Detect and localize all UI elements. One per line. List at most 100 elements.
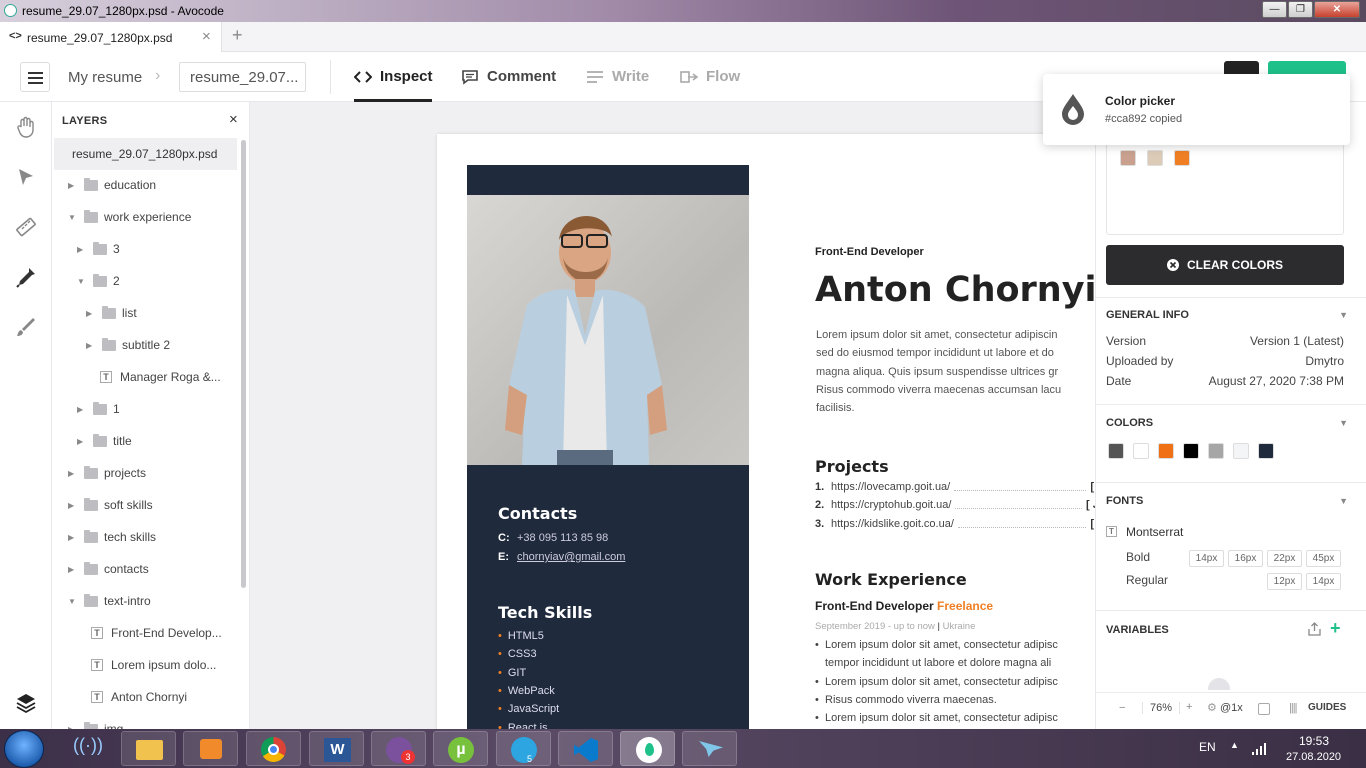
- layer-text-row[interactable]: T Front-End Develop...: [85, 617, 222, 649]
- layer-folder-row[interactable]: ▶ tech skills: [68, 521, 156, 553]
- ruler-icon[interactable]: [14, 215, 38, 239]
- color-swatch[interactable]: [1158, 443, 1174, 459]
- breadcrumb-file-select[interactable]: resume_29.07...: [179, 62, 306, 92]
- word-taskbar-icon[interactable]: W: [309, 731, 364, 766]
- utorrent-taskbar-icon[interactable]: µ: [433, 731, 488, 766]
- brush-icon[interactable]: [14, 315, 38, 339]
- color-swatch[interactable]: [1233, 443, 1249, 459]
- zoom-level[interactable]: 76%: [1142, 702, 1180, 714]
- zoom-in-button[interactable]: +: [1186, 701, 1192, 713]
- copy-icon[interactable]: [1258, 703, 1270, 715]
- caret-right-icon[interactable]: ▶: [86, 341, 96, 350]
- layer-folder-row[interactable]: ▶ title: [77, 425, 132, 457]
- layer-root[interactable]: resume_29.07_1280px.psd: [54, 138, 237, 170]
- network-podcast-icon[interactable]: ((·)): [70, 735, 106, 761]
- caret-right-icon[interactable]: ▶: [68, 565, 78, 574]
- layer-text-row[interactable]: T Anton Chornyi: [85, 681, 187, 713]
- export-scale[interactable]: @1x: [1220, 702, 1243, 714]
- color-swatch[interactable]: [1183, 443, 1199, 459]
- font-size-chip[interactable]: 22px: [1267, 550, 1302, 567]
- close-icon[interactable]: ×: [229, 111, 238, 128]
- layer-folder-row[interactable]: ▶ 1: [77, 393, 120, 425]
- window-close-button[interactable]: ✕: [1314, 1, 1360, 18]
- minimize-button[interactable]: —: [1262, 1, 1287, 18]
- font-size-chip[interactable]: 45px: [1306, 550, 1341, 567]
- zoom-out-button[interactable]: −: [1119, 702, 1125, 714]
- tab-close-icon[interactable]: ×: [202, 28, 211, 45]
- hamburger-menu-button[interactable]: [20, 62, 50, 92]
- vscode-taskbar-icon[interactable]: [558, 731, 613, 766]
- export-icon[interactable]: [1308, 622, 1321, 636]
- picked-color-swatch[interactable]: [1120, 150, 1136, 166]
- start-button[interactable]: [4, 730, 44, 768]
- caret-down-icon[interactable]: ▼: [68, 213, 78, 222]
- font-size-chip[interactable]: 16px: [1228, 550, 1263, 567]
- caret-right-icon[interactable]: ▶: [68, 469, 78, 478]
- layer-folder-row[interactable]: ▶ soft skills: [68, 489, 153, 521]
- layers-scrollbar[interactable]: [241, 140, 246, 588]
- picked-color-swatch[interactable]: [1174, 150, 1190, 166]
- layer-text-row[interactable]: T Manager Roga &...: [94, 361, 221, 393]
- tab-write[interactable]: Write: [586, 68, 649, 85]
- color-swatch[interactable]: [1133, 443, 1149, 459]
- select-arrow-icon[interactable]: [14, 165, 38, 189]
- color-picker-icon[interactable]: [14, 265, 38, 289]
- caret-down-icon[interactable]: ▼: [77, 277, 87, 286]
- guides-toggle[interactable]: GUIDES: [1308, 702, 1346, 713]
- tab-comment[interactable]: Comment: [461, 68, 556, 85]
- font-name[interactable]: Montserrat: [1126, 525, 1183, 539]
- layer-folder-row[interactable]: ▼ work experience: [68, 201, 191, 233]
- color-swatch[interactable]: [1108, 443, 1124, 459]
- chevron-down-icon[interactable]: ▼: [1339, 496, 1348, 506]
- tab-inspect[interactable]: Inspect: [354, 68, 433, 85]
- layer-folder-row[interactable]: ▶ projects: [68, 457, 146, 489]
- clear-colors-button[interactable]: CLEAR COLORS: [1106, 245, 1344, 285]
- caret-right-icon[interactable]: ▶: [77, 437, 87, 446]
- color-swatch[interactable]: [1208, 443, 1224, 459]
- layers-icon[interactable]: [14, 691, 38, 715]
- picked-color-swatch[interactable]: [1147, 150, 1163, 166]
- chevron-down-icon[interactable]: ▼: [1339, 418, 1348, 428]
- caret-right-icon[interactable]: ▶: [68, 501, 78, 510]
- clock-date[interactable]: 27.08.2020: [1286, 751, 1341, 763]
- layer-folder-row[interactable]: ▼ 2: [77, 265, 120, 297]
- caret-right-icon[interactable]: ▶: [77, 405, 87, 414]
- artboard[interactable]: Contacts C: +38 095 113 85 98 E: chornyi…: [437, 134, 1095, 729]
- add-variable-icon[interactable]: +: [1330, 618, 1341, 639]
- viber-taskbar-icon[interactable]: 3: [371, 731, 426, 766]
- design-canvas[interactable]: Contacts C: +38 095 113 85 98 E: chornyi…: [250, 102, 1095, 729]
- chrome-taskbar-icon[interactable]: [246, 731, 301, 766]
- chevron-down-icon[interactable]: ▼: [1339, 310, 1348, 320]
- caret-right-icon[interactable]: ▶: [68, 533, 78, 542]
- layer-folder-row[interactable]: ▶ 3: [77, 233, 120, 265]
- explorer-taskbar-icon[interactable]: [121, 731, 176, 766]
- caret-right-icon[interactable]: ▶: [77, 245, 87, 254]
- avocode-taskbar-icon[interactable]: [620, 731, 675, 766]
- language-indicator[interactable]: EN: [1199, 740, 1216, 754]
- clock-time[interactable]: 19:53: [1299, 734, 1329, 748]
- maximize-button[interactable]: ❐: [1288, 1, 1313, 18]
- color-swatch[interactable]: [1258, 443, 1274, 459]
- tab-flow[interactable]: Flow: [680, 68, 740, 85]
- caret-right-icon[interactable]: ▶: [86, 309, 96, 318]
- font-size-chip[interactable]: 12px: [1267, 573, 1302, 590]
- layer-folder-row[interactable]: ▶ img: [68, 713, 123, 729]
- layer-folder-row[interactable]: ▶ list: [86, 297, 137, 329]
- hummingbird-taskbar-icon[interactable]: [682, 731, 737, 766]
- caret-down-icon[interactable]: ▼: [68, 597, 78, 606]
- breadcrumb-project[interactable]: My resume: [68, 69, 142, 86]
- document-tab[interactable]: <> resume_29.07_1280px.psd ×: [0, 22, 222, 52]
- tray-expand-icon[interactable]: ▲: [1230, 740, 1239, 750]
- telegram-taskbar-icon[interactable]: 5: [496, 731, 551, 766]
- signal-icon[interactable]: [1252, 741, 1268, 755]
- layer-folder-row[interactable]: ▼ text-intro: [68, 585, 151, 617]
- hand-tool-icon[interactable]: [14, 115, 38, 139]
- caret-right-icon[interactable]: ▶: [68, 181, 78, 190]
- font-size-chip[interactable]: 14px: [1306, 573, 1341, 590]
- gear-icon[interactable]: ⚙: [1207, 701, 1217, 714]
- layer-text-row[interactable]: T Lorem ipsum dolo...: [85, 649, 216, 681]
- layer-folder-row[interactable]: ▶ subtitle 2: [86, 329, 170, 361]
- layer-folder-row[interactable]: ▶ contacts: [68, 553, 149, 585]
- add-tab-icon[interactable]: +: [232, 25, 243, 46]
- layer-folder-row[interactable]: ▶ education: [68, 169, 156, 201]
